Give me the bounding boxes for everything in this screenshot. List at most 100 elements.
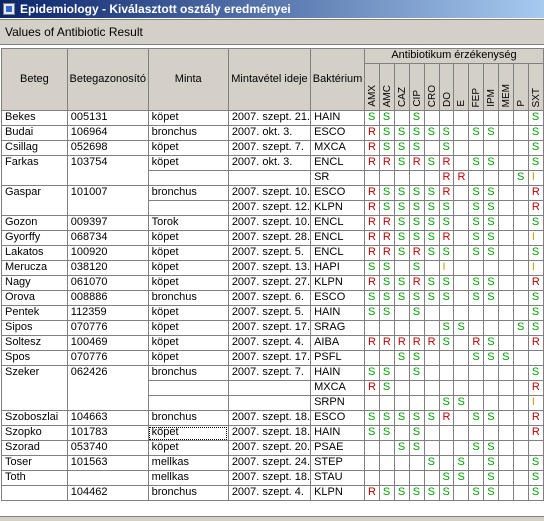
cell-result-ipm[interactable]: S bbox=[483, 200, 500, 216]
cell-result-amc[interactable] bbox=[378, 350, 395, 366]
cell-result-amx[interactable]: R bbox=[364, 245, 380, 261]
cell-result-fep[interactable] bbox=[468, 170, 485, 186]
cell-result-ipm[interactable]: S bbox=[483, 455, 500, 471]
cell-result-sxt[interactable] bbox=[527, 350, 544, 366]
cell-result-mem[interactable] bbox=[498, 470, 515, 486]
cell-result-cro[interactable]: S bbox=[423, 275, 440, 291]
cell-result-sxt[interactable]: R bbox=[527, 410, 544, 426]
cell-result-e[interactable] bbox=[453, 245, 470, 261]
cell-result-caz[interactable]: S bbox=[393, 185, 410, 201]
cell-result-caz[interactable] bbox=[393, 455, 410, 471]
cell-result-amc[interactable]: S bbox=[378, 485, 395, 501]
cell-result-amc[interactable]: S bbox=[378, 260, 395, 276]
cell-bakterium[interactable]: ENCL bbox=[310, 155, 365, 171]
cell-minta[interactable]: köpet bbox=[147, 140, 229, 156]
cell-bakterium[interactable]: HAIN bbox=[310, 110, 365, 126]
cell-result-mem[interactable] bbox=[498, 320, 515, 336]
cell-minta[interactable]: köpet bbox=[147, 155, 229, 171]
cell-result-fep[interactable]: S bbox=[468, 155, 485, 171]
cell-result-amc[interactable]: S bbox=[378, 110, 395, 126]
cell-result-sxt[interactable]: S bbox=[527, 125, 544, 141]
cell-beteg[interactable]: Csillag bbox=[1, 140, 68, 156]
cell-result-caz[interactable]: S bbox=[393, 215, 410, 231]
cell-result-cro[interactable] bbox=[423, 260, 440, 276]
cell-result-caz[interactable] bbox=[393, 380, 410, 396]
cell-result-cro[interactable]: S bbox=[423, 410, 440, 426]
cell-result-mem[interactable] bbox=[498, 110, 515, 126]
cell-result-sxt[interactable]: S bbox=[527, 290, 544, 306]
cell-result-caz[interactable]: R bbox=[393, 335, 410, 351]
cell-result-sxt[interactable]: S bbox=[527, 245, 544, 261]
cell-result-fep[interactable]: S bbox=[468, 290, 485, 306]
cell-result-sxt[interactable]: I bbox=[527, 230, 544, 246]
cell-minta[interactable]: bronchus bbox=[147, 365, 229, 381]
cell-result-e[interactable] bbox=[453, 260, 470, 276]
cell-betegazonosito[interactable]: 005131 bbox=[66, 110, 149, 126]
table-row[interactable]: Pentek 112359 köpet 2007. szept. 5. HAIN S S S S bbox=[1, 305, 544, 321]
header-antibiotic-mem[interactable]: MEM bbox=[498, 63, 515, 111]
cell-result-e[interactable] bbox=[453, 305, 470, 321]
cell-result-do[interactable]: R bbox=[438, 155, 455, 171]
cell-minta[interactable]: bronchus bbox=[147, 485, 229, 501]
cell-result-sxt[interactable]: S bbox=[527, 215, 544, 231]
cell-result-cro[interactable]: S bbox=[423, 245, 440, 261]
cell-result-sxt[interactable]: S bbox=[527, 110, 544, 126]
cell-result-cip[interactable]: R bbox=[408, 245, 425, 261]
cell-result-sxt[interactable]: S bbox=[527, 155, 544, 171]
cell-minta[interactable]: mellkas bbox=[147, 470, 229, 486]
cell-bakterium[interactable]: ESCO bbox=[310, 185, 365, 201]
cell-result-amx[interactable]: S bbox=[364, 410, 380, 426]
cell-bakterium[interactable]: AIBA bbox=[310, 335, 365, 351]
cell-result-amx[interactable]: S bbox=[364, 290, 380, 306]
cell-mintavetel[interactable]: 2007. szept. 28. bbox=[227, 230, 312, 246]
cell-minta[interactable]: Torok bbox=[147, 215, 229, 231]
cell-result-cip[interactable] bbox=[408, 170, 425, 186]
cell-result-amx[interactable]: S bbox=[364, 110, 380, 126]
cell-result-p[interactable] bbox=[513, 335, 529, 351]
table-row[interactable]: Soltesz 100469 köpet 2007. szept. 4. AIBA R R R… bbox=[1, 335, 544, 351]
table-row[interactable]: Farkas 103754 köpet 2007. okt. 3. ENCL R R S R S R… bbox=[1, 155, 544, 186]
cell-beteg[interactable]: Spos bbox=[1, 350, 68, 366]
cell-result-cro[interactable] bbox=[423, 170, 440, 186]
header-antibiotic-fep[interactable]: FEP bbox=[468, 63, 485, 111]
cell-betegazonosito[interactable]: 104462 bbox=[66, 485, 149, 501]
cell-result-caz[interactable]: S bbox=[393, 140, 410, 156]
cell-bakterium[interactable]: HAIN bbox=[310, 365, 365, 381]
cell-result-fep[interactable]: S bbox=[468, 215, 485, 231]
cell-result-cip[interactable]: S bbox=[408, 260, 425, 276]
cell-result-caz[interactable] bbox=[393, 365, 410, 381]
cell-result-cip[interactable]: R bbox=[408, 335, 425, 351]
cell-beteg[interactable]: Soltesz bbox=[1, 335, 68, 351]
cell-result-sxt[interactable]: R bbox=[527, 185, 544, 201]
cell-result-e[interactable]: S bbox=[453, 470, 470, 486]
header-antibiotic-caz[interactable]: CAZ bbox=[393, 63, 410, 111]
cell-result-amc[interactable]: S bbox=[378, 290, 395, 306]
cell-result-amx[interactable] bbox=[364, 440, 380, 456]
cell-mintavetel[interactable]: 2007. szept. 27. bbox=[227, 275, 312, 291]
cell-mintavetel[interactable]: 2007. szept. 18. bbox=[227, 410, 312, 426]
cell-result-p[interactable] bbox=[513, 470, 529, 486]
cell-result-cip[interactable]: S bbox=[408, 485, 425, 501]
cell-result-p[interactable] bbox=[513, 290, 529, 306]
cell-beteg[interactable]: Gyorffy bbox=[1, 230, 68, 246]
cell-result-cro[interactable]: R bbox=[423, 335, 440, 351]
header-antibiotic-amx[interactable]: AMX bbox=[364, 63, 380, 111]
cell-result-cip[interactable] bbox=[408, 470, 425, 486]
cell-result-amx[interactable]: R bbox=[364, 380, 380, 396]
cell-result-ipm[interactable]: S bbox=[483, 230, 500, 246]
cell-result-fep[interactable]: S bbox=[468, 200, 485, 216]
cell-result-ipm[interactable] bbox=[483, 395, 500, 411]
cell-result-sxt[interactable]: S bbox=[527, 485, 544, 501]
cell-result-do[interactable]: R bbox=[438, 185, 455, 201]
cell-betegazonosito[interactable]: 052698 bbox=[66, 140, 149, 156]
cell-result-p[interactable] bbox=[513, 410, 529, 426]
cell-minta[interactable]: köpet bbox=[147, 275, 229, 291]
table-row[interactable]: Merucza 038120 köpet 2007. szept. 13. HAPI S S… bbox=[1, 260, 544, 276]
cell-mintavetel[interactable]: 2007. szept. 18. bbox=[227, 470, 312, 486]
cell-result-e[interactable]: S bbox=[453, 320, 470, 336]
cell-result-mem[interactable]: S bbox=[498, 350, 515, 366]
cell-mintavetel[interactable]: 2007. szept. 24. bbox=[227, 455, 312, 471]
cell-result-cro[interactable] bbox=[423, 140, 440, 156]
cell-result-sxt[interactable]: R bbox=[527, 425, 544, 441]
cell-betegazonosito[interactable]: 061070 bbox=[66, 275, 149, 291]
